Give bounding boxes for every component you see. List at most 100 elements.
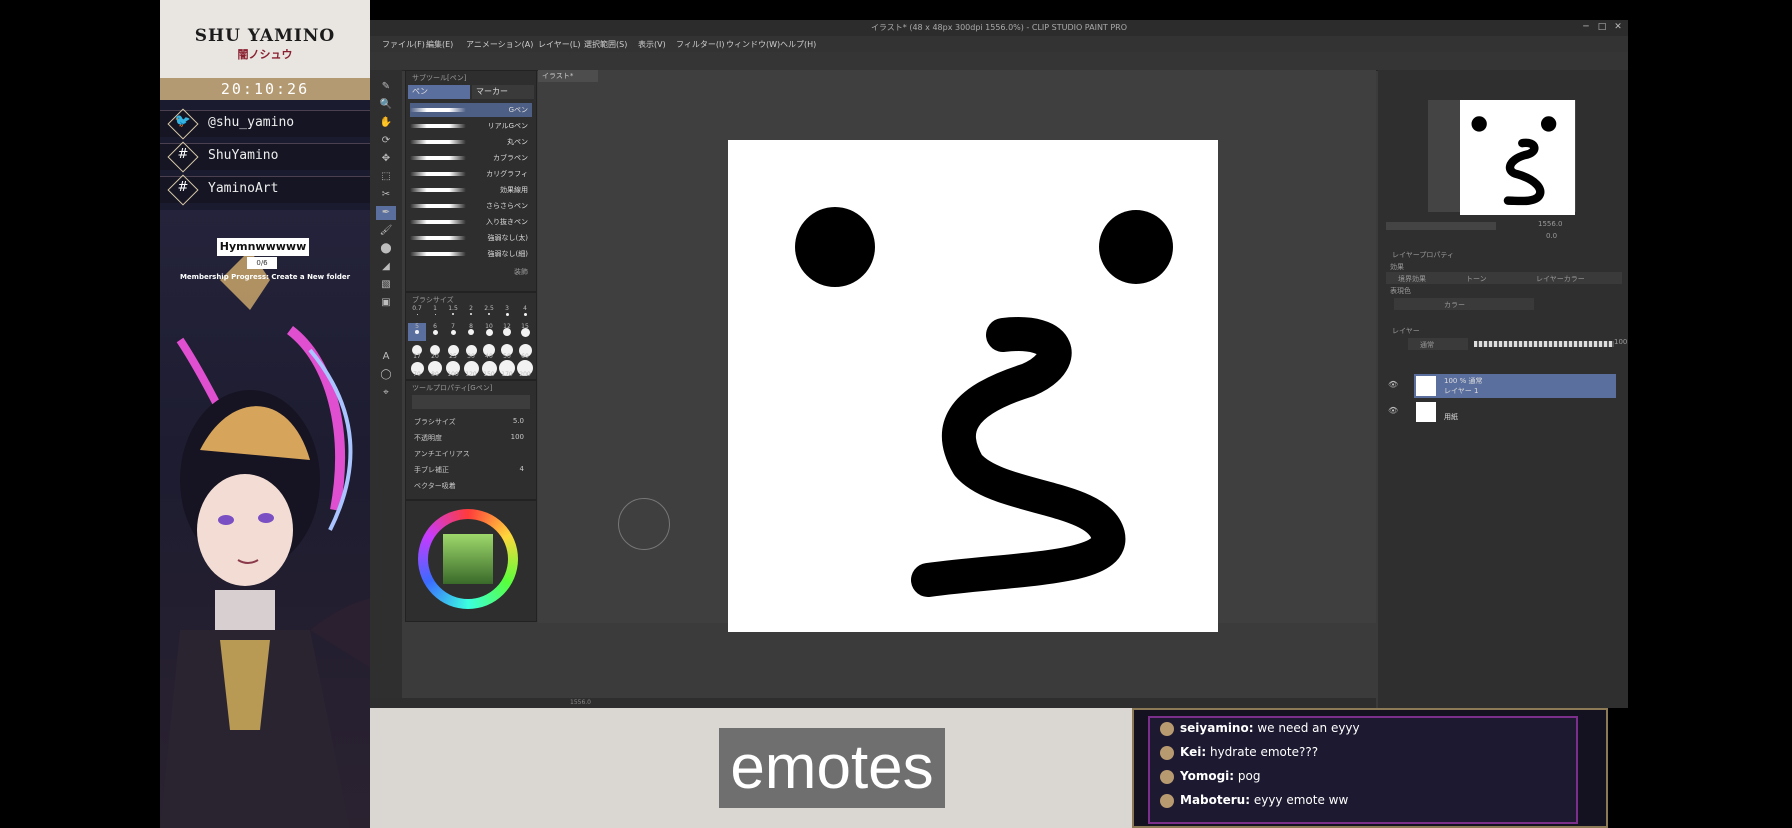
tool-balloon-icon[interactable]: ◯ [376, 368, 396, 382]
chat-username: Yomogi: [1180, 769, 1235, 783]
tool-cut-icon[interactable]: ✂ [376, 188, 396, 202]
menu-layer[interactable]: レイヤー(L) [538, 39, 580, 50]
navigator-thumbnail[interactable] [1460, 100, 1575, 215]
prop-value-brush-size[interactable]: 5.0 [513, 417, 524, 425]
minimize-button[interactable]: ─ [1580, 22, 1592, 33]
brush-size-cell[interactable]: 6 [426, 323, 444, 341]
brush-stroke-preview [410, 220, 466, 224]
brush-stroke-preview [410, 108, 466, 112]
brush-size-cell[interactable]: 17 [408, 341, 426, 360]
subtool-footer: 装飾 [514, 268, 528, 276]
brush-size-cell[interactable]: 25 [444, 341, 462, 360]
brush-item[interactable]: 強弱なし(細) [410, 247, 532, 261]
brush-size-cell[interactable]: 15 [516, 323, 534, 341]
tool-eraser-icon[interactable]: ◢ [376, 260, 396, 274]
tab-marker[interactable]: マーカー [472, 85, 534, 99]
tool-fill-icon[interactable]: ▧ [376, 278, 396, 292]
menu-help[interactable]: ヘルプ(H) [780, 39, 816, 50]
brush-size-cell[interactable]: 7 [444, 323, 462, 341]
color-saturation-square[interactable] [443, 534, 493, 584]
brush-size-cell[interactable]: 1 [426, 305, 444, 323]
menu-animation[interactable]: アニメーション(A) [466, 39, 533, 50]
tool-airbrush-icon[interactable]: ⬤ [376, 242, 396, 256]
tool-brush-icon[interactable]: 🖌 [376, 224, 396, 238]
tab-pen[interactable]: ペン [408, 85, 470, 99]
tool-text-icon[interactable]: A [376, 350, 396, 364]
brush-item[interactable]: カリグラフィ [410, 167, 532, 181]
blend-mode-select[interactable]: 通常 [1408, 338, 1468, 350]
brush-item[interactable]: 強弱なし(太) [410, 231, 532, 245]
brush-size-cell[interactable]: 0.7 [408, 305, 426, 323]
brush-size-label: 80 [431, 371, 439, 378]
brush-item[interactable]: カブラペン [410, 151, 532, 165]
chat-panel: seiyamino: we need an eyyy Kei: hydrate … [1132, 708, 1608, 828]
brush-size-cell[interactable]: 150 [480, 359, 498, 378]
brush-item[interactable]: 丸ペン [410, 135, 532, 149]
brush-size-cell[interactable]: 2 [462, 305, 480, 323]
eye-icon[interactable]: 👁 [1388, 380, 1398, 390]
brush-size-cell[interactable]: 3 [498, 305, 516, 323]
brush-item[interactable]: 効果線用 [410, 183, 532, 197]
brush-size-cell[interactable]: 10 [480, 323, 498, 341]
brush-item[interactable]: さらさらペン [410, 199, 532, 213]
brush-size-cell[interactable]: 170 [498, 359, 516, 378]
brush-size-cell[interactable]: 60 [516, 341, 534, 360]
zoom-slider[interactable] [1386, 222, 1496, 230]
tool-rotate-icon[interactable]: ⟳ [376, 134, 396, 148]
tool-zoom-icon[interactable]: 🔍 [376, 98, 396, 112]
brush-item[interactable]: リアルGペン [410, 119, 532, 133]
brush-size-cell[interactable]: 70 [408, 359, 426, 378]
tool-pen-icon[interactable]: ✎ [376, 80, 396, 94]
drawing-canvas[interactable] [728, 140, 1218, 632]
menu-bar: ファイル(F) 編集(E) アニメーション(A) レイヤー(L) 選択範囲(S)… [370, 36, 1628, 52]
layer-row[interactable]: 用紙 [1414, 400, 1616, 424]
tool-correct-line-icon[interactable]: ⌖ [376, 386, 396, 400]
prop-value-stabilization[interactable]: 4 [520, 465, 524, 473]
brush-size-cell[interactable]: 20 [426, 341, 444, 360]
vtuber-avatar-illustration [160, 250, 370, 828]
brush-size-cell[interactable]: 50 [498, 341, 516, 360]
layer-opacity-slider[interactable] [1474, 341, 1614, 347]
brush-size-cell[interactable]: 120 [462, 359, 480, 378]
menu-edit[interactable]: 編集(E) [426, 39, 453, 50]
brush-size-label: 3 [505, 305, 509, 312]
brush-size-cell[interactable]: 100 [444, 359, 462, 378]
effect-border-button[interactable]: 境界効果 [1398, 274, 1426, 284]
prop-value-opacity[interactable]: 100 [511, 433, 524, 441]
eye-icon[interactable]: 👁 [1388, 406, 1398, 416]
effect-layer-color-button[interactable]: レイヤーカラー [1536, 274, 1585, 284]
brush-size-cell[interactable]: 5 [408, 323, 426, 341]
maximize-button[interactable]: □ [1596, 22, 1608, 33]
menu-window[interactable]: ウィンドウ(W) [726, 39, 780, 50]
brush-size-cell[interactable]: 12 [498, 323, 516, 341]
canvas-tab[interactable]: イラスト* [538, 70, 598, 82]
menu-view[interactable]: 表示(V) [638, 39, 666, 50]
social-row-hashtag-main: # ShuYamino [160, 141, 370, 173]
tool-move-icon[interactable]: ✥ [376, 152, 396, 166]
expression-color-select[interactable]: カラー [1394, 298, 1534, 310]
tool-selection-icon[interactable]: ⬚ [376, 170, 396, 184]
brush-item[interactable]: 入り抜きペン [410, 215, 532, 229]
brush-stroke-preview [410, 252, 466, 256]
close-button[interactable]: ✕ [1612, 22, 1624, 33]
brush-size-cell[interactable]: 200 [516, 359, 534, 378]
effect-tone-button[interactable]: トーン [1466, 274, 1487, 284]
brush-size-cell[interactable]: 40 [480, 341, 498, 360]
brush-size-cell[interactable]: 4 [516, 305, 534, 323]
brush-size-cell[interactable]: 80 [426, 359, 444, 378]
brush-size-label: 15 [521, 323, 529, 330]
menu-filter[interactable]: フィルター(I) [676, 39, 724, 50]
brush-size-cell[interactable]: 30 [462, 341, 480, 360]
brush-size-cell[interactable]: 1.5 [444, 305, 462, 323]
menu-selection[interactable]: 選択範囲(S) [584, 39, 627, 50]
layer-panel-header: レイヤー [1392, 327, 1420, 335]
tool-gradient-icon[interactable]: ▣ [376, 296, 396, 310]
tool-hand-icon[interactable]: ✋ [376, 116, 396, 130]
layer-row-selected[interactable]: 100 % 通常 レイヤー 1 [1414, 374, 1616, 398]
brush-size-cell[interactable]: 8 [462, 323, 480, 341]
brush-item[interactable]: Gペン [410, 103, 532, 117]
tool-pen-active-icon[interactable]: ✒ [376, 206, 396, 220]
brush-size-cell[interactable]: 2.5 [480, 305, 498, 323]
menu-file[interactable]: ファイル(F) [382, 39, 425, 50]
prop-label-stabilization: 手ブレ補正 [414, 466, 449, 474]
